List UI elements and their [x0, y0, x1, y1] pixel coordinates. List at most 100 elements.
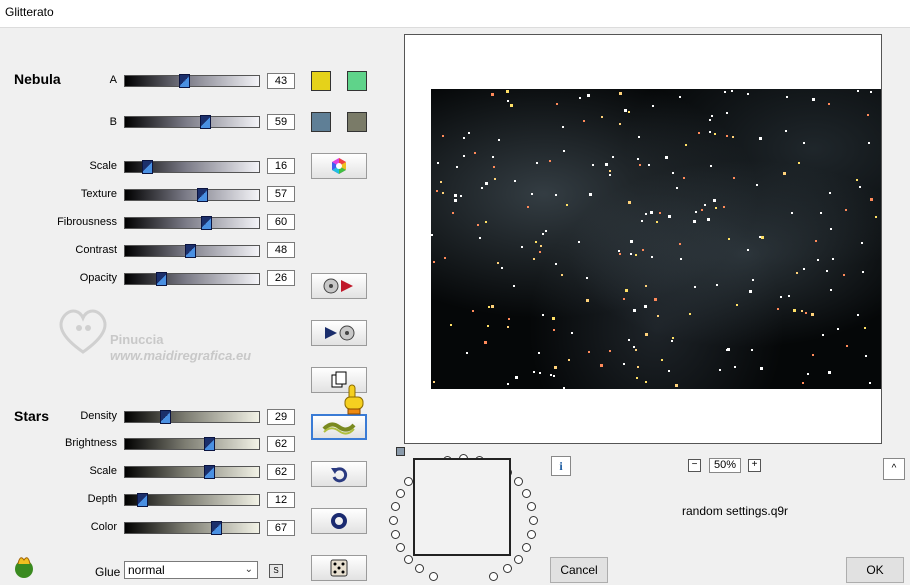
navigator-handle[interactable] [396, 447, 405, 456]
star-dot [474, 152, 477, 155]
star-dot [708, 118, 711, 121]
star-dot [755, 184, 758, 187]
nebula-b-color1-swatch[interactable] [311, 112, 331, 132]
density-value[interactable]: 29 [267, 409, 295, 425]
collapse-button[interactable]: ^ [883, 458, 905, 480]
slider-thumb[interactable] [201, 216, 213, 230]
color-value[interactable]: 67 [267, 520, 295, 536]
nebula-a-slider[interactable] [124, 74, 260, 88]
star-dot [484, 181, 488, 185]
nebula-a-color2-swatch[interactable] [347, 71, 367, 91]
scale-slider[interactable] [124, 160, 260, 174]
scale-value[interactable]: 16 [267, 158, 295, 174]
contrast-value[interactable]: 48 [267, 242, 295, 258]
color-wheel-button[interactable] [311, 153, 367, 179]
star-dot [465, 351, 468, 354]
depth-slider[interactable] [124, 493, 260, 507]
slider-thumb[interactable] [155, 272, 167, 286]
fibrousness-slider[interactable] [124, 216, 260, 230]
nebula-b-color2-swatch[interactable] [347, 112, 367, 132]
slider-thumb[interactable] [178, 74, 190, 88]
ring-dot [390, 529, 400, 539]
dice-button[interactable] [311, 555, 367, 581]
star-dot [570, 332, 573, 335]
star-dot [798, 161, 801, 164]
load-preset-button[interactable] [311, 273, 367, 299]
star-dot [858, 185, 861, 188]
depth-value[interactable]: 12 [267, 492, 295, 508]
reset-button[interactable] [311, 461, 367, 487]
color-slider[interactable] [124, 521, 260, 535]
star-dot [532, 257, 535, 260]
star-dot [776, 308, 779, 311]
star-dot [554, 366, 558, 370]
nebula-b-value[interactable]: 59 [267, 114, 295, 130]
star-dot [471, 310, 474, 313]
opacity-value[interactable]: 26 [267, 270, 295, 286]
circle-button[interactable] [311, 508, 367, 534]
star-dot [750, 348, 753, 351]
star-dot [462, 155, 465, 158]
info-button[interactable]: i [551, 456, 571, 476]
star-dot [746, 248, 749, 251]
slider-thumb[interactable] [159, 410, 171, 424]
slider-thumb[interactable] [204, 465, 216, 479]
slider-thumb[interactable] [204, 437, 216, 451]
nebula-a-label: A [109, 74, 117, 86]
zoom-in-button[interactable]: + [748, 459, 761, 472]
star-dot [633, 309, 637, 313]
fibrousness-value[interactable]: 60 [267, 214, 295, 230]
nebula-b-slider[interactable] [124, 115, 260, 129]
cancel-button[interactable]: Cancel [550, 557, 608, 583]
star-dot [507, 326, 510, 329]
glue-s-button[interactable]: S [269, 564, 283, 578]
slider-thumb[interactable] [210, 521, 222, 535]
star-dot [478, 236, 481, 239]
star-dot [618, 123, 621, 126]
zoom-out-button[interactable]: − [688, 459, 701, 472]
ok-button[interactable]: OK [846, 557, 904, 583]
star-dot [491, 304, 495, 308]
ring-dot [428, 571, 438, 581]
star-scale-slider[interactable] [124, 465, 260, 479]
brightness-slider[interactable] [124, 437, 260, 451]
brightness-value[interactable]: 62 [267, 436, 295, 452]
random-wave-icon [322, 422, 356, 435]
nebula-a-color1-swatch[interactable] [311, 71, 331, 91]
star-dot [554, 194, 557, 197]
ring-dot [522, 542, 532, 552]
star-dot [828, 191, 831, 194]
star-dot [679, 96, 682, 99]
preview-image[interactable] [431, 89, 881, 389]
star-scale-value[interactable]: 62 [267, 464, 295, 480]
nebula-a-value[interactable]: 43 [267, 73, 295, 89]
star-dot [629, 252, 632, 255]
star-dot [490, 92, 494, 96]
watermark-heart-icon [55, 306, 111, 359]
star-dot [671, 340, 674, 343]
star-dot [875, 216, 878, 219]
slider-thumb[interactable] [137, 493, 149, 507]
star-dot [648, 163, 651, 166]
slider-thumb[interactable] [200, 115, 212, 129]
navigator-thumbnail[interactable] [413, 458, 511, 556]
star-dot [866, 113, 869, 116]
texture-slider[interactable] [124, 188, 260, 202]
star-dot [652, 104, 655, 107]
slider-thumb[interactable] [142, 160, 154, 174]
star-dot [507, 318, 510, 321]
star-dot [714, 207, 717, 210]
opacity-slider[interactable] [124, 272, 260, 286]
density-slider[interactable] [124, 410, 260, 424]
glue-select[interactable]: normal ⌄ [124, 561, 258, 579]
contrast-slider[interactable] [124, 244, 260, 258]
star-dot [487, 325, 490, 328]
slider-thumb[interactable] [197, 188, 209, 202]
save-preset-button[interactable] [311, 320, 367, 346]
star-dot [829, 227, 832, 230]
star-dot [793, 309, 797, 313]
texture-value[interactable]: 57 [267, 186, 295, 202]
slider-thumb[interactable] [185, 244, 197, 258]
star-dot [785, 129, 788, 132]
star-dot [491, 155, 494, 158]
